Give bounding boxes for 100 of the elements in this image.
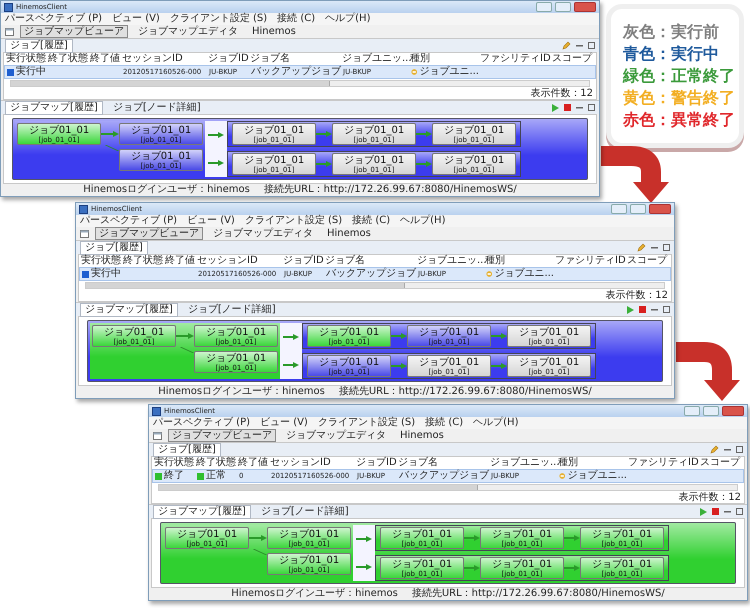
view-tab[interactable]: ジョブ[履歴]: [5, 38, 73, 52]
column-header[interactable]: ジョブユニッ...: [340, 53, 408, 65]
perspective-tab[interactable]: Hinemos: [248, 25, 300, 38]
column-header[interactable]: ジョブ名: [248, 53, 340, 65]
curved-arrow: [676, 342, 740, 401]
menu-item[interactable]: ビュー (V): [187, 215, 235, 227]
column-header[interactable]: ファシリティID: [478, 53, 550, 65]
column-header[interactable]: 実行状態: [4, 53, 46, 65]
column-header[interactable]: 終了値: [88, 53, 120, 65]
window-icon[interactable]: [153, 431, 162, 440]
menu-item[interactable]: 接続 (C): [425, 417, 464, 429]
column-header[interactable]: 終了値: [163, 255, 195, 267]
minimize-icon[interactable]: [651, 244, 658, 251]
minimize-button[interactable]: [536, 2, 552, 12]
play-icon[interactable]: [626, 306, 634, 314]
connector-arrow: [316, 160, 332, 168]
maximize-button[interactable]: [555, 2, 571, 12]
maximize-icon[interactable]: [736, 508, 743, 515]
column-header[interactable]: 実行状態: [152, 457, 194, 469]
maximize-icon[interactable]: [588, 104, 595, 111]
perspective-tab[interactable]: Hinemos: [396, 429, 448, 442]
view-tab[interactable]: ジョブマップ[履歴]: [153, 504, 251, 518]
view-tab[interactable]: ジョブ[ノード詳細]: [256, 504, 354, 518]
horizontal-scrollbar[interactable]: [158, 484, 738, 491]
perspective-tab[interactable]: ジョブマップエディタ: [209, 227, 317, 240]
menu-item[interactable]: パースペクティブ (P): [80, 215, 178, 227]
perspective-tab[interactable]: ジョブマップビューア: [20, 25, 128, 38]
column-header[interactable]: 終了状態: [194, 457, 236, 469]
view-tab[interactable]: ジョブマップ[履歴]: [80, 302, 178, 316]
menu-item[interactable]: 接続 (C): [352, 215, 390, 227]
maximize-button[interactable]: [703, 406, 719, 416]
maximize-icon[interactable]: [663, 306, 670, 313]
column-header[interactable]: ジョブID: [206, 53, 248, 65]
menu-item[interactable]: ヘルプ(H): [473, 417, 518, 429]
perspective-tab[interactable]: ジョブマップビューア: [95, 227, 203, 240]
menu-item[interactable]: ヘルプ(H): [400, 215, 446, 227]
perspective-tab[interactable]: Hinemos: [323, 227, 375, 240]
horizontal-scrollbar[interactable]: [10, 80, 590, 87]
menu-item[interactable]: ヘルプ(H): [325, 13, 370, 25]
view-tab[interactable]: ジョブ[履歴]: [153, 442, 221, 456]
column-header[interactable]: ファシリティID: [626, 457, 698, 469]
view-tab[interactable]: ジョブ[ノード詳細]: [182, 302, 281, 316]
column-header[interactable]: 実行状態: [79, 255, 121, 267]
minimize-icon[interactable]: [576, 42, 583, 49]
pencil-icon[interactable]: [562, 41, 571, 50]
minimize-icon[interactable]: [724, 508, 731, 515]
legend-text: 黄色：警告終了: [623, 87, 731, 109]
connector-arrow: [249, 534, 267, 542]
column-header[interactable]: セッションID: [195, 255, 281, 267]
maximize-button[interactable]: [630, 204, 646, 214]
minimize-icon[interactable]: [576, 104, 583, 111]
pencil-icon[interactable]: [637, 243, 646, 252]
login-user-text: Hinemosログインユーザ：hinemos: [231, 588, 398, 600]
play-icon[interactable]: [699, 508, 707, 516]
window-icon[interactable]: [80, 229, 89, 238]
column-header[interactable]: ジョブ名: [323, 255, 415, 267]
menu-item[interactable]: パースペクティブ (P): [5, 13, 102, 25]
column-header[interactable]: ファシリティID: [553, 255, 625, 267]
menu-item[interactable]: クライアント設定 (S): [244, 215, 342, 227]
view-tab[interactable]: ジョブマップ[履歴]: [5, 100, 103, 114]
column-header[interactable]: ジョブユニッ...: [415, 255, 483, 267]
maximize-icon[interactable]: [736, 446, 743, 453]
column-header[interactable]: ジョブユニッ...: [488, 457, 556, 469]
maximize-icon[interactable]: [663, 244, 670, 251]
menu-item[interactable]: パースペクティブ (P): [153, 417, 250, 429]
column-header[interactable]: ジョブ名: [396, 457, 488, 469]
window-icon[interactable]: [5, 27, 14, 36]
maximize-icon[interactable]: [588, 42, 595, 49]
minimize-button[interactable]: [611, 204, 627, 214]
perspective-tab[interactable]: ジョブマップエディタ: [134, 25, 242, 38]
minimize-icon[interactable]: [651, 306, 658, 313]
record-count: 表示件数：12: [678, 492, 741, 503]
app-icon: [4, 2, 13, 12]
menu-item[interactable]: ビュー (V): [112, 13, 160, 25]
column-header[interactable]: スコープ: [698, 457, 742, 469]
pencil-icon[interactable]: [710, 445, 719, 454]
column-header[interactable]: 終了状態: [46, 53, 88, 65]
menu-item[interactable]: クライアント設定 (S): [318, 417, 416, 429]
column-header[interactable]: ジョブID: [354, 457, 396, 469]
minimize-button[interactable]: [684, 406, 700, 416]
view-tab[interactable]: ジョブ[履歴]: [80, 240, 148, 254]
minimize-icon[interactable]: [724, 446, 731, 453]
column-header[interactable]: 終了状態: [121, 255, 163, 267]
view-tab[interactable]: ジョブ[ノード詳細]: [108, 100, 206, 114]
column-header[interactable]: ジョブID: [281, 255, 323, 267]
horizontal-scrollbar[interactable]: [85, 282, 665, 289]
menu-item[interactable]: ビュー (V): [260, 417, 308, 429]
menu-item[interactable]: 接続 (C): [277, 13, 316, 25]
legend-text: 青色：実行中: [623, 43, 720, 65]
play-icon[interactable]: [551, 104, 559, 112]
column-header[interactable]: スコープ: [550, 53, 594, 65]
column-header[interactable]: スコープ: [625, 255, 669, 267]
column-header[interactable]: セッションID: [268, 457, 354, 469]
menu-item[interactable]: クライアント設定 (S): [170, 13, 268, 25]
connector-arrow: [283, 333, 299, 341]
perspective-tab[interactable]: ジョブマップエディタ: [282, 429, 390, 442]
connector-arrow: [176, 332, 194, 340]
column-header[interactable]: 終了値: [236, 457, 268, 469]
perspective-tab[interactable]: ジョブマップビューア: [168, 429, 276, 442]
column-header[interactable]: セッションID: [120, 53, 206, 65]
